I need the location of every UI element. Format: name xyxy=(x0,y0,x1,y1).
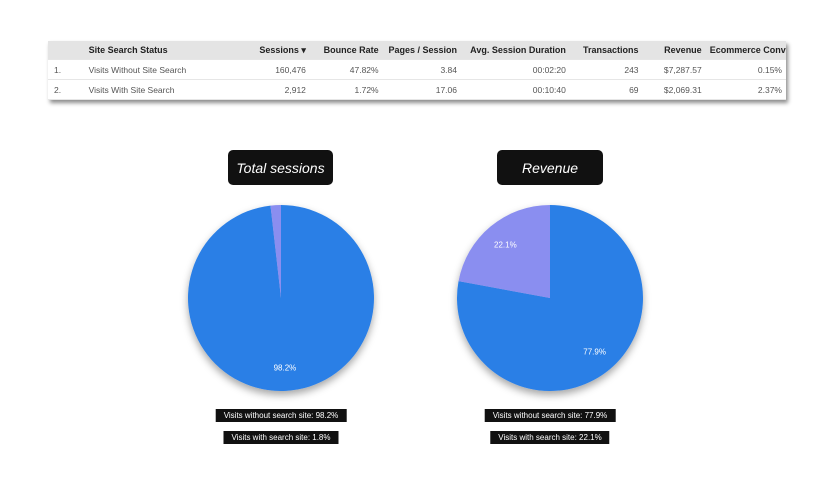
pie-slice-label: 22.1% xyxy=(494,240,517,249)
legend-with-revenue: Visits with search site: 22.1% xyxy=(490,431,610,444)
legend-without-revenue: Visits without search site: 77.9% xyxy=(484,409,616,422)
legend-without-sessions: Visits without search site: 98.2% xyxy=(215,409,347,422)
legend-with-sessions: Visits with search site: 1.8% xyxy=(223,431,339,444)
pie-slice-label: 77.9% xyxy=(583,348,606,357)
pie-charts: 98.2% 77.9% 22.1% xyxy=(187,205,643,391)
pie-slice-label: 98.2% xyxy=(274,364,297,373)
